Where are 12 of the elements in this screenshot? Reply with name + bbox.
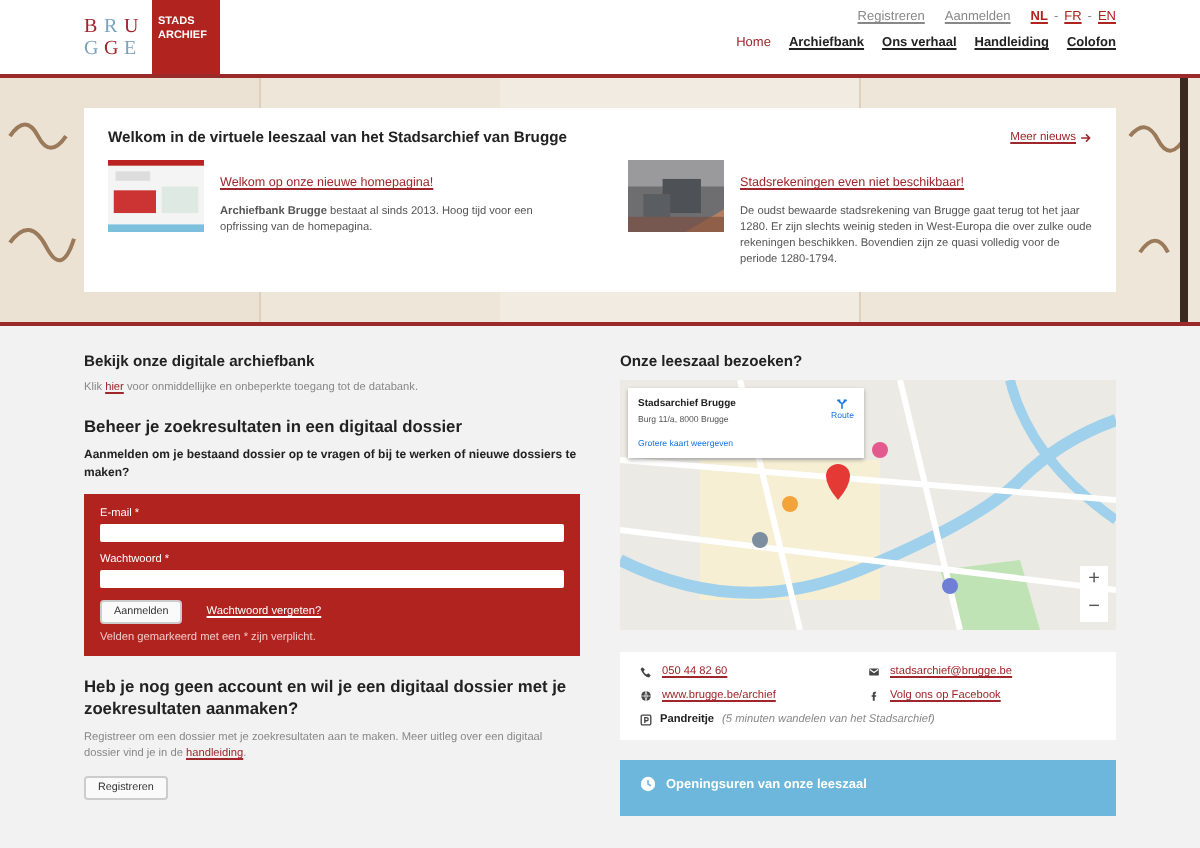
directions-icon [836, 398, 849, 410]
facebook-icon [868, 690, 880, 702]
email-field[interactable] [100, 524, 564, 542]
globe-icon [640, 690, 652, 702]
section-heading: Beheer je zoekresultaten in een digitaal dossier [84, 416, 464, 438]
phone-icon [640, 666, 652, 678]
password-field[interactable] [100, 570, 564, 588]
clock-icon [640, 776, 656, 792]
logo-letters[interactable]: B R U G G E [84, 0, 144, 74]
section-heading: Heb je nog geen account en wil je een digitaal dossier met je zoekresultaten aanmaken? [84, 676, 569, 720]
envelope-icon [868, 666, 880, 678]
parking-icon [640, 714, 652, 726]
